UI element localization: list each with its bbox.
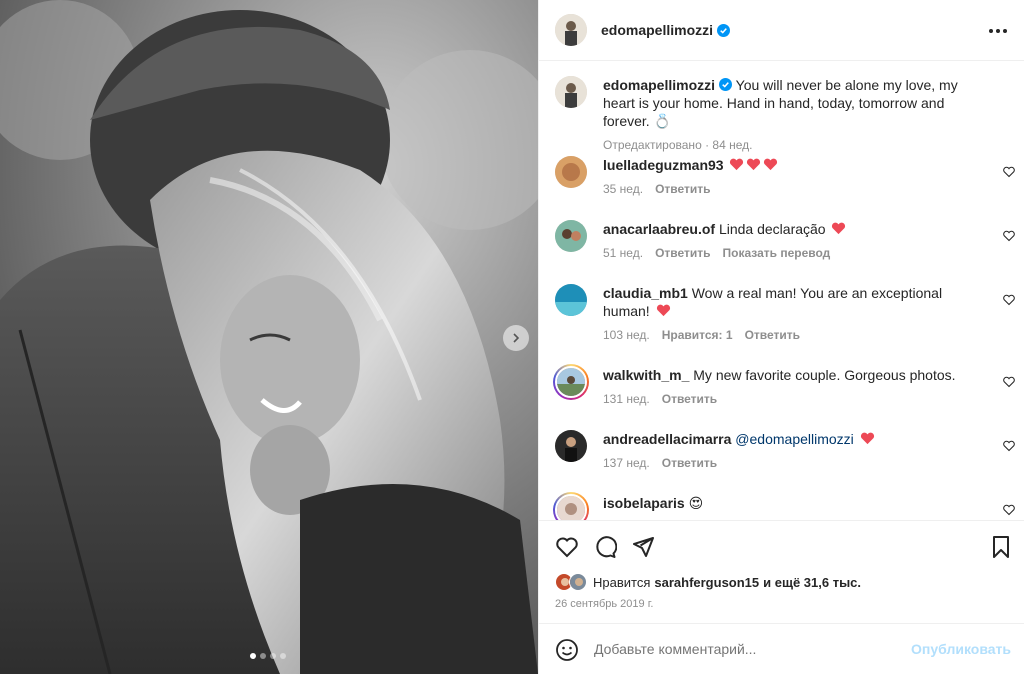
comment-icon[interactable] <box>593 535 617 559</box>
comments-list[interactable]: edomapellimozzi You will never be alone … <box>539 62 1024 520</box>
like-comment-icon[interactable] <box>1003 230 1015 242</box>
comment-time: 103 нед. <box>603 328 650 342</box>
show-translation-button[interactable]: Показать перевод <box>723 246 831 260</box>
mention-link[interactable]: @edomapellimozzi <box>735 431 853 447</box>
like-icon[interactable] <box>555 535 579 559</box>
red-heart-emoji <box>860 432 874 445</box>
red-heart-emoji <box>727 157 778 173</box>
likes-prefix: Нравится <box>593 574 651 590</box>
verified-badge-icon <box>717 23 731 37</box>
edited-label: Отредактировано · 84 нед. <box>603 138 753 152</box>
caption-username[interactable]: edomapellimozzi <box>603 77 715 93</box>
post-date[interactable]: 26 сентябрь 2019 г. <box>555 598 653 610</box>
chevron-right-icon <box>513 333 520 343</box>
post-header: edomapellimozzi <box>539 0 1024 61</box>
post-photo <box>0 0 538 674</box>
author-avatar[interactable] <box>555 14 587 46</box>
commenter-avatar[interactable] <box>555 156 587 188</box>
author-username[interactable]: edomapellimozzi <box>601 22 713 38</box>
like-comment-icon[interactable] <box>1003 294 1015 306</box>
comment-username[interactable]: anacarlaabreu.of <box>603 221 715 237</box>
commenter-avatar <box>555 366 587 398</box>
liker-username[interactable]: sarahferguson15 <box>654 575 759 590</box>
carousel-next-button[interactable] <box>503 325 529 351</box>
like-comment-icon[interactable] <box>1003 504 1015 516</box>
comment-time: 131 нед. <box>603 392 650 406</box>
red-heart-emoji <box>832 222 846 235</box>
comment-time: 137 нед. <box>603 456 650 470</box>
emoji-icon[interactable] <box>555 638 579 662</box>
like-comment-icon[interactable] <box>1003 440 1015 452</box>
reply-button[interactable]: Ответить <box>662 392 717 406</box>
comment-text: 😍 <box>688 495 704 511</box>
comment-username[interactable]: luelladeguzman93 <box>603 157 724 173</box>
carousel-dots <box>250 653 286 659</box>
comment-text: My new favorite couple. Gorgeous photos. <box>693 367 956 383</box>
bookmark-icon[interactable] <box>989 535 1013 559</box>
like-comment-icon[interactable] <box>1003 166 1015 178</box>
carousel-dot <box>270 653 276 659</box>
commenter-avatar[interactable] <box>555 284 587 316</box>
likes-summary: Нравится sarahferguson15 и ещё 31,6 тыс. <box>555 573 861 591</box>
carousel-dot <box>260 653 266 659</box>
share-icon[interactable] <box>631 535 655 559</box>
story-ring[interactable] <box>553 364 589 400</box>
story-ring[interactable] <box>553 492 589 520</box>
liker-avatar <box>569 573 587 591</box>
publish-button[interactable]: Опубликовать <box>911 641 1011 657</box>
post-sidebar: edomapellimozzi edomapellimozzi You will… <box>538 0 1024 674</box>
comment-likes[interactable]: Нравится: 1 <box>662 328 733 342</box>
comment-time: 35 нед. <box>603 182 644 196</box>
author-avatar[interactable] <box>555 76 587 108</box>
like-comment-icon[interactable] <box>1003 376 1015 388</box>
commenter-avatar <box>555 494 587 520</box>
comment-input[interactable] <box>594 641 894 657</box>
verified-badge-icon <box>719 78 733 91</box>
post-actions: Нравится sarahferguson15 и ещё 31,6 тыс.… <box>539 520 1024 622</box>
red-heart-emoji <box>656 304 670 317</box>
comment-username[interactable]: andreadellacimarra <box>603 431 731 447</box>
carousel-dot <box>250 653 256 659</box>
add-comment-bar: Опубликовать <box>539 623 1024 674</box>
comment-username[interactable]: claudia_mb1 <box>603 285 688 301</box>
likes-count[interactable]: и ещё 31,6 тыс. <box>763 575 861 590</box>
post-dialog: edomapellimozzi edomapellimozzi You will… <box>0 0 1024 674</box>
carousel-dot <box>280 653 286 659</box>
comment-username[interactable]: isobelaparis <box>603 495 685 511</box>
reply-button[interactable]: Ответить <box>655 246 710 260</box>
comment-time: 51 нед. <box>603 246 644 260</box>
more-options-icon[interactable] <box>989 22 1007 40</box>
reply-button[interactable]: Ответить <box>655 182 710 196</box>
couple-photo <box>0 0 538 674</box>
comment-username[interactable]: walkwith_m_ <box>603 367 689 383</box>
reply-button[interactable]: Ответить <box>662 456 717 470</box>
reply-button[interactable]: Ответить <box>745 328 800 342</box>
comment-text: Linda declaração <box>718 221 826 237</box>
commenter-avatar[interactable] <box>555 430 587 462</box>
commenter-avatar[interactable] <box>555 220 587 252</box>
